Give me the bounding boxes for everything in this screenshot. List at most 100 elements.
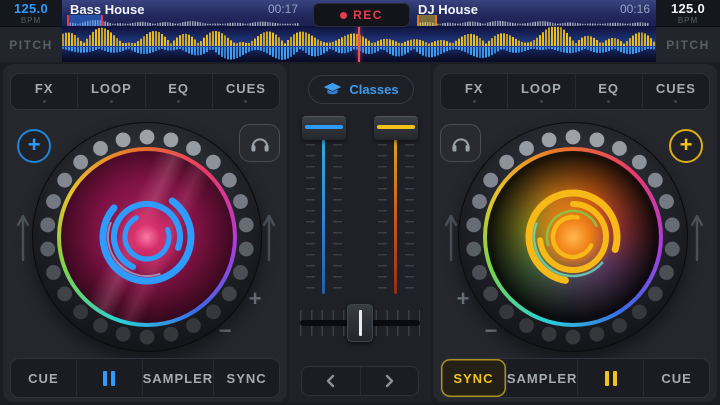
right-sampler-button[interactable]: SAMPLER bbox=[505, 359, 578, 397]
next-deck-button[interactable] bbox=[359, 367, 419, 395]
right-sync-label: SYNC bbox=[453, 370, 494, 386]
right-cue-label: CUE bbox=[661, 370, 692, 386]
left-sync-label: SYNC bbox=[226, 370, 267, 386]
right-volume-ticks bbox=[405, 144, 414, 294]
right-loop-tab-label: LOOP bbox=[520, 80, 562, 96]
left-pitch-label: PITCH bbox=[9, 37, 53, 52]
left-cues-tab[interactable]: CUES bbox=[211, 74, 279, 109]
chevron-left-icon bbox=[326, 374, 334, 388]
right-track-overview-waveform[interactable] bbox=[417, 15, 649, 29]
left-eq-tab-label: EQ bbox=[168, 80, 190, 96]
mixer-panel: Classes bbox=[289, 64, 431, 402]
left-eq-tab[interactable]: EQ bbox=[144, 74, 212, 109]
left-bpm-label: BPM bbox=[20, 15, 42, 25]
tab-indicator-dot bbox=[244, 99, 248, 103]
left-track-overview-waveform[interactable] bbox=[67, 15, 299, 29]
tab-indicator-dot bbox=[177, 99, 181, 103]
prev-deck-button[interactable] bbox=[302, 367, 360, 395]
right-cues-tab-label: CUES bbox=[655, 80, 696, 96]
left-jog-wheel[interactable] bbox=[32, 122, 262, 352]
right-jog-wheel[interactable] bbox=[458, 122, 688, 352]
left-fx-tab-row: FX LOOP EQ CUES bbox=[10, 73, 280, 110]
crossfader-knob[interactable] bbox=[347, 304, 373, 342]
left-deck-panel: FX LOOP EQ CUES + + − CUE SAMPLER SYNC bbox=[3, 64, 287, 402]
left-cues-tab-label: CUES bbox=[225, 80, 266, 96]
left-fx-tab-label: FX bbox=[34, 80, 54, 96]
pause-icon bbox=[604, 370, 617, 386]
right-eq-tab[interactable]: EQ bbox=[574, 74, 642, 109]
right-cues-tab[interactable]: CUES bbox=[641, 74, 709, 109]
tab-indicator-dot bbox=[674, 99, 678, 103]
left-sync-button[interactable]: SYNC bbox=[213, 359, 279, 397]
right-pitch-label: PITCH bbox=[666, 37, 710, 52]
tab-indicator-dot bbox=[109, 99, 113, 103]
right-pitch-button[interactable]: PITCH bbox=[656, 26, 720, 62]
left-transport-row: CUE SAMPLER SYNC bbox=[10, 358, 280, 398]
left-play-pause-button[interactable] bbox=[75, 359, 142, 397]
right-cue-button[interactable]: CUE bbox=[643, 359, 709, 397]
record-button[interactable]: REC bbox=[313, 3, 410, 27]
right-track-progress-region bbox=[417, 15, 437, 26]
tab-indicator-dot bbox=[539, 99, 543, 103]
chevron-right-icon bbox=[386, 374, 394, 388]
left-pitch-bend-up-arrow-icon bbox=[16, 214, 30, 262]
left-bpm-value: 125.0 bbox=[13, 0, 49, 16]
right-loop-tab[interactable]: LOOP bbox=[507, 74, 574, 109]
right-play-pause-button[interactable] bbox=[577, 359, 643, 397]
left-disc-rim bbox=[57, 147, 237, 327]
right-eq-tab-label: EQ bbox=[598, 80, 620, 96]
right-volume-track[interactable] bbox=[394, 120, 397, 294]
left-fx-tab[interactable]: FX bbox=[11, 74, 77, 109]
deck-switch-row bbox=[301, 366, 419, 396]
left-loop-tab-label: LOOP bbox=[90, 80, 132, 96]
left-volume-fader[interactable] bbox=[302, 116, 346, 140]
left-disc-rings-icon bbox=[99, 189, 195, 285]
right-pitch-bend-up-arrow-icon bbox=[444, 214, 458, 262]
right-disc-artwork bbox=[487, 151, 659, 323]
left-loop-tab[interactable]: LOOP bbox=[77, 74, 144, 109]
right-disc-rings-icon bbox=[525, 189, 621, 285]
left-pitch-bend-up-arrow-icon bbox=[262, 214, 276, 262]
right-track-time: 00:16 bbox=[619, 2, 650, 16]
right-fx-tab[interactable]: FX bbox=[441, 74, 507, 109]
record-label: REC bbox=[353, 8, 383, 22]
left-volume-ticks bbox=[306, 144, 315, 294]
graduation-cap-icon bbox=[324, 82, 342, 94]
left-track-time: 00:17 bbox=[267, 2, 298, 16]
left-track-progress-region bbox=[67, 15, 103, 26]
dj-app: Bass House 00:17 DJ House 00:16 REC 125.… bbox=[0, 0, 720, 405]
left-sampler-button[interactable]: SAMPLER bbox=[141, 359, 214, 397]
pause-icon bbox=[103, 370, 116, 386]
playhead-marker bbox=[358, 26, 360, 62]
left-cue-label: CUE bbox=[28, 370, 59, 386]
right-track-info: DJ House 00:16 bbox=[418, 2, 650, 17]
right-sync-button[interactable]: SYNC bbox=[441, 359, 506, 397]
right-deck-panel: FX LOOP EQ CUES + + − SYNC SAMPLER CUE bbox=[433, 64, 717, 402]
scrolling-waveform[interactable] bbox=[62, 26, 656, 62]
right-bpm-display[interactable]: 125.0 BPM bbox=[656, 0, 720, 26]
right-volume-ticks bbox=[378, 144, 387, 294]
classes-label: Classes bbox=[349, 82, 399, 97]
left-volume-track[interactable] bbox=[322, 120, 325, 294]
classes-button[interactable]: Classes bbox=[308, 75, 414, 104]
right-bpm-label: BPM bbox=[677, 15, 699, 25]
right-disc-rim bbox=[483, 147, 663, 327]
left-track-info: Bass House 00:17 bbox=[70, 2, 298, 17]
right-pitch-bend-up-arrow-icon bbox=[690, 214, 704, 262]
left-volume-ticks bbox=[333, 144, 342, 294]
right-fx-tab-row: FX LOOP EQ CUES bbox=[440, 73, 710, 110]
left-pitch-button[interactable]: PITCH bbox=[0, 26, 62, 62]
right-sampler-label: SAMPLER bbox=[506, 370, 578, 386]
right-bpm-value: 125.0 bbox=[670, 0, 706, 16]
right-fx-tab-label: FX bbox=[464, 80, 484, 96]
tab-indicator-dot bbox=[607, 99, 611, 103]
tab-indicator-dot bbox=[472, 99, 476, 103]
left-sampler-label: SAMPLER bbox=[142, 370, 214, 386]
right-volume-fader[interactable] bbox=[374, 116, 418, 140]
left-disc-artwork bbox=[61, 151, 233, 323]
left-bpm-display[interactable]: 125.0 BPM bbox=[0, 0, 62, 26]
left-cue-button[interactable]: CUE bbox=[11, 359, 76, 397]
record-dot-icon bbox=[340, 11, 348, 19]
tab-indicator-dot bbox=[42, 99, 46, 103]
right-transport-row: SYNC SAMPLER CUE bbox=[440, 358, 710, 398]
